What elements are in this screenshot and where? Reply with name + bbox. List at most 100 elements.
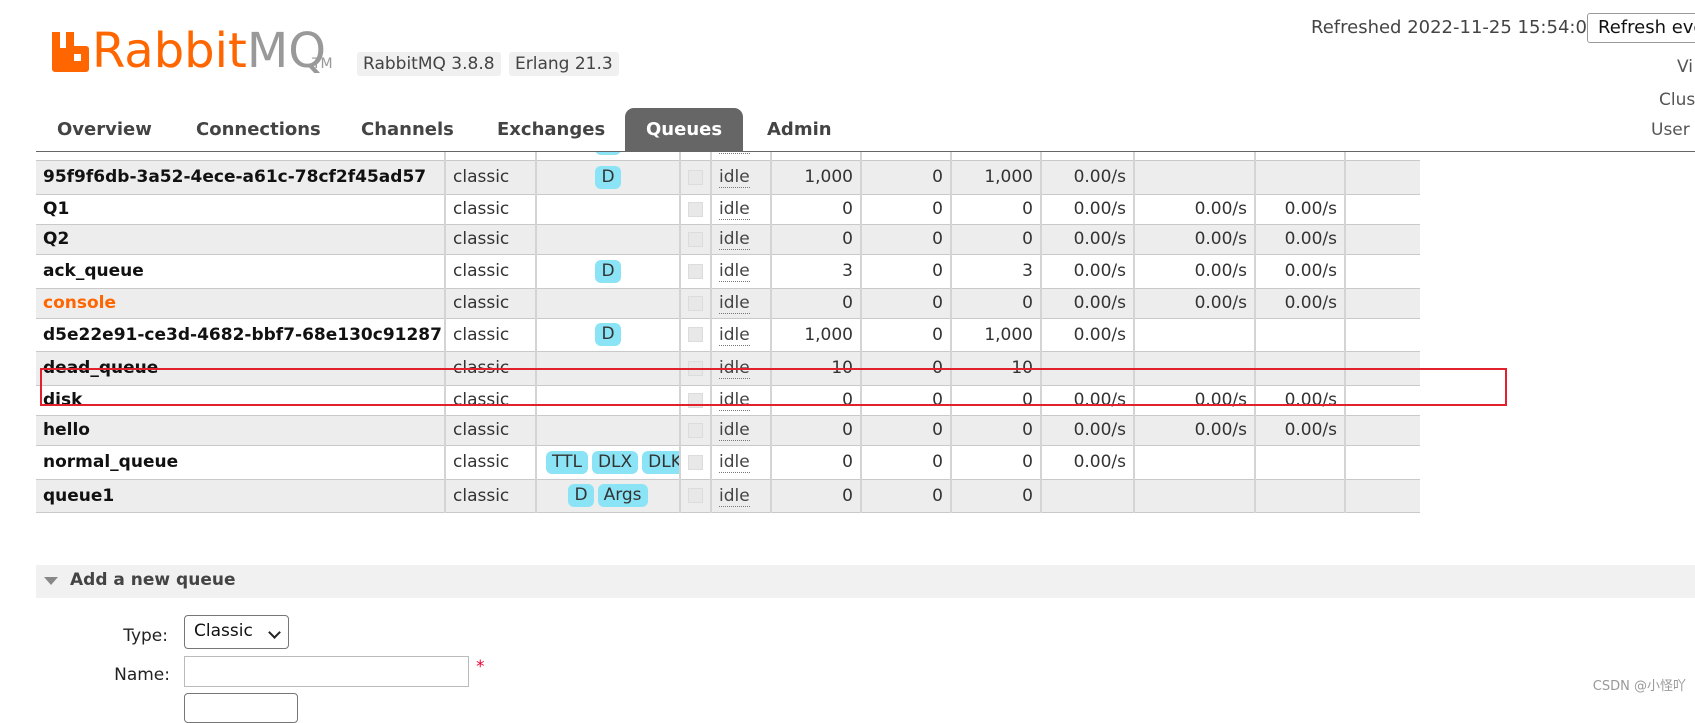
messages-unacked: 0 (860, 479, 951, 513)
row-checkbox[interactable] (688, 231, 703, 247)
rabbit-logo-icon (52, 32, 89, 72)
table-row: 95f9f6db-3a52-4ece-a61c-78cf2f45ad57 clas… (36, 160, 1420, 195)
messages-ready: 0 (770, 415, 861, 446)
messages-total: 0 (950, 224, 1041, 255)
row-checkbox-cell (679, 160, 711, 195)
queue-type: classic (444, 194, 536, 225)
row-checkbox-cell (679, 254, 711, 289)
refreshed-timestamp: Refreshed 2022-11-25 15:54:09 (1311, 17, 1599, 38)
queue-name[interactable]: hello (36, 415, 445, 446)
messages-total: 0 (950, 194, 1041, 225)
row-checkbox-cell (679, 288, 711, 319)
queue-type: classic (444, 318, 536, 352)
cluster-label: Clus (1659, 90, 1695, 110)
messages-total: 0 (950, 288, 1041, 319)
queue-state: idle (710, 254, 771, 289)
row-checkbox[interactable] (688, 422, 703, 438)
queue-name[interactable]: ack_queue (36, 254, 445, 289)
refresh-interval-select[interactable]: Refresh eve (1587, 13, 1695, 43)
queue-state: idle (710, 445, 771, 480)
tab-connections[interactable]: Connections (175, 108, 342, 151)
queue-type: classic (444, 160, 536, 195)
table-row: hello classic idle 0 0 0 0.00/s 0.00/s 0.00/s (36, 415, 1420, 446)
row-checkbox-cell (679, 318, 711, 352)
queue-name[interactable]: Q1 (36, 194, 445, 225)
rate-incoming: 0.00/s (1040, 318, 1134, 352)
queue-features: D (535, 160, 680, 195)
row-end (1344, 254, 1420, 289)
queue-state-value: idle (719, 324, 750, 346)
row-checkbox-cell (679, 224, 711, 255)
feature-badge: Args (597, 484, 648, 507)
add-queue-section-header[interactable]: Add a new queue (36, 565, 1695, 598)
tab-admin[interactable]: Admin (746, 108, 853, 151)
rabbitmq-version-badge: RabbitMQ 3.8.8 (357, 52, 501, 76)
erlang-version-badge: Erlang 21.3 (509, 52, 619, 76)
row-checkbox[interactable] (688, 327, 703, 342)
row-end (1344, 445, 1420, 480)
queue-type-value: Classic (194, 621, 253, 641)
queue-type: classic (444, 445, 536, 480)
queue-state: idle (710, 224, 771, 255)
tab-queues[interactable]: Queues (625, 108, 744, 151)
queue-type: classic (444, 288, 536, 319)
queue-state-value: idle (719, 167, 750, 188)
queue-state: idle (710, 318, 771, 352)
rate-incoming: 0.00/s (1040, 194, 1134, 225)
row-end (1344, 194, 1420, 225)
rate-incoming: 0.00/s (1040, 445, 1134, 480)
messages-total: 0 (950, 415, 1041, 446)
rate-incoming (1040, 479, 1134, 513)
rate-deliver: 0.00/s (1133, 224, 1255, 255)
queue-name[interactable]: console (36, 288, 445, 319)
type-label: Type: (123, 626, 168, 646)
main-nav: Overview Connections Channels Exchanges … (36, 108, 1695, 152)
rate-ack: 0.00/s (1254, 224, 1345, 255)
row-checkbox[interactable] (688, 263, 703, 279)
queue-name[interactable]: d5e22e91-ce3d-4682-bbf7-68e130c91287 (36, 318, 445, 352)
messages-unacked: 0 (860, 160, 951, 195)
queue-features (535, 224, 680, 255)
row-checkbox[interactable] (688, 169, 703, 185)
messages-ready: 3 (770, 254, 861, 289)
durability-select[interactable] (184, 693, 298, 723)
row-checkbox-cell (679, 194, 711, 225)
row-checkbox[interactable] (688, 295, 703, 311)
rate-deliver: 0.00/s (1133, 415, 1255, 446)
queue-name-input[interactable] (184, 656, 469, 687)
queue-name[interactable]: queue1 (36, 479, 445, 513)
row-checkbox[interactable] (688, 201, 703, 217)
rate-deliver (1133, 479, 1255, 513)
messages-unacked: 0 (860, 254, 951, 289)
messages-unacked: 0 (860, 194, 951, 225)
table-row: console classic idle 0 0 0 0.00/s 0.00/s 0.00/s (36, 288, 1420, 319)
rate-ack: 0.00/s (1254, 415, 1345, 446)
watermark: CSDN @小怪吖 (1592, 679, 1686, 694)
queue-features (535, 415, 680, 446)
row-checkbox[interactable] (688, 454, 703, 470)
queue-state-value: idle (719, 229, 750, 250)
tab-overview[interactable]: Overview (36, 108, 173, 151)
queue-name[interactable]: Q2 (36, 224, 445, 255)
rate-ack: 0.00/s (1254, 288, 1345, 319)
queue-type: classic (444, 479, 536, 513)
queue-name[interactable]: normal_queue (36, 445, 445, 480)
messages-unacked: 0 (860, 318, 951, 352)
row-checkbox[interactable] (688, 488, 703, 503)
tab-exchanges[interactable]: Exchanges (476, 108, 626, 151)
tab-channels[interactable]: Channels (340, 108, 475, 151)
rate-incoming: 0.00/s (1040, 288, 1134, 319)
messages-unacked: 0 (860, 288, 951, 319)
row-end (1344, 479, 1420, 513)
header: RabbitMQ TM RabbitMQ 3.8.8 Erlang 21.3 R… (0, 0, 1695, 152)
rate-deliver (1133, 445, 1255, 480)
rate-incoming: 0.00/s (1040, 224, 1134, 255)
rate-deliver: 0.00/s (1133, 288, 1255, 319)
collapse-triangle-icon (44, 577, 58, 585)
queue-name[interactable]: 95f9f6db-3a52-4ece-a61c-78cf2f45ad57 (36, 160, 445, 195)
row-end (1344, 415, 1420, 446)
rate-deliver: 0.00/s (1133, 194, 1255, 225)
table-row: ack_queue classic Didle 3 0 3 0.00/s 0.00/s 0.00… (36, 254, 1420, 289)
highlight-box (40, 368, 1507, 406)
queue-type-select[interactable]: Classic (184, 615, 289, 649)
